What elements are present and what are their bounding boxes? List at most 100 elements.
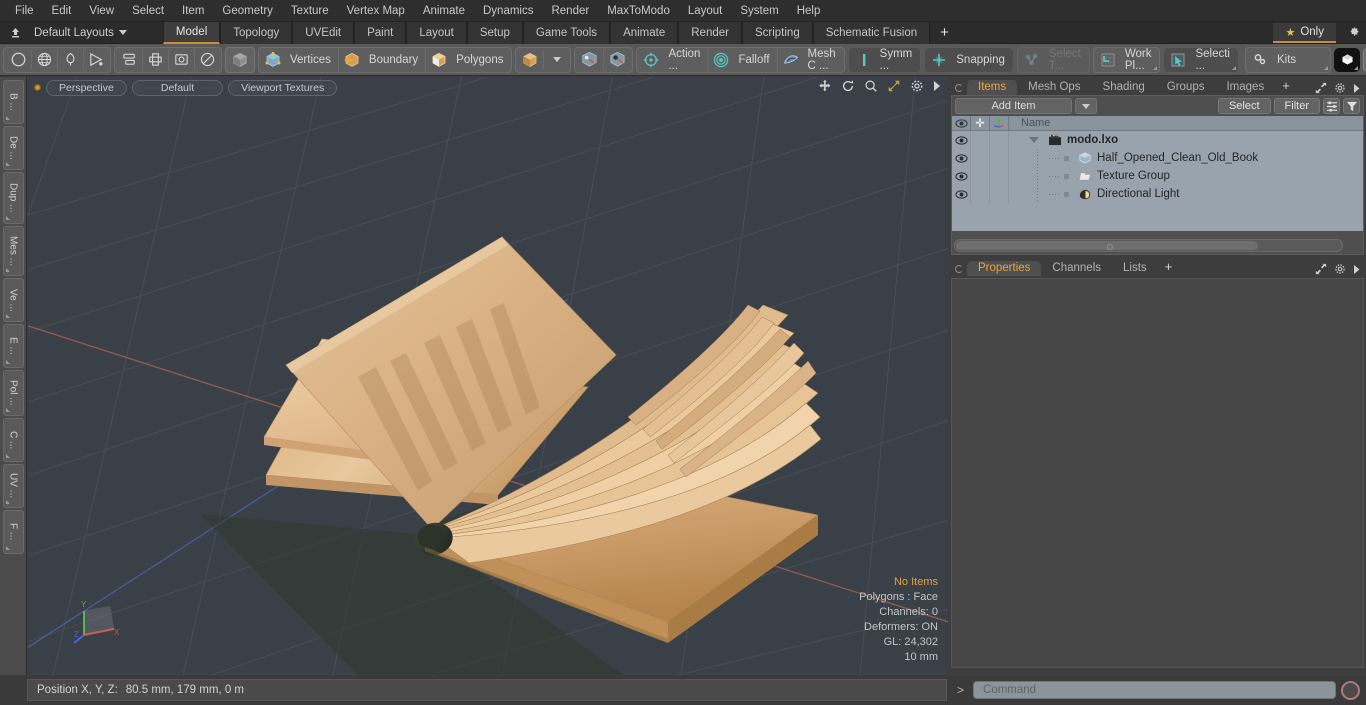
modifier-meshc[interactable]: Mesh C ...	[776, 47, 843, 72]
selection-mode-boundary[interactable]: Boundary	[337, 47, 425, 72]
transform-cell[interactable]	[990, 149, 1009, 167]
item-list-row[interactable]: modo.lxo	[952, 131, 1363, 149]
3d-viewport[interactable]: Perspective Default Viewport Textures No…	[28, 77, 948, 675]
viewport-menu-dot-icon[interactable]	[34, 84, 41, 91]
select-button[interactable]: Select	[1217, 98, 1271, 114]
panel-tab-images[interactable]: Images	[1215, 80, 1275, 95]
tree-expand-icon[interactable]	[1029, 137, 1039, 143]
item-name-cell[interactable]: Texture Group	[1009, 170, 1170, 182]
square-in-box-icon[interactable]	[168, 47, 194, 72]
left-tool-tab-0[interactable]: B ...	[2, 80, 24, 124]
menu-item-view[interactable]: View	[80, 0, 123, 22]
visibility-eye-icon[interactable]	[952, 185, 971, 203]
layout-selector[interactable]: Default Layouts	[34, 27, 127, 39]
layout-tab-schematic-fusion[interactable]: Schematic Fusion	[812, 21, 931, 44]
expand-icon[interactable]	[1315, 82, 1327, 94]
transform-cell[interactable]	[990, 167, 1009, 185]
left-tool-tab-1[interactable]: De ...	[2, 126, 24, 170]
left-tool-tab-9[interactable]: F ...	[2, 510, 24, 554]
viewport-display-mode[interactable]: Viewport Textures	[228, 79, 338, 96]
layout-tab-model[interactable]: Model	[162, 21, 221, 44]
panel-tab-lists[interactable]: Lists	[1112, 261, 1158, 276]
chevron-right-icon[interactable]	[1353, 83, 1361, 94]
panel-tab-groups[interactable]: Groups	[1156, 80, 1216, 95]
item-name-cell[interactable]: Half_Opened_Clean_Old_Book	[1009, 151, 1258, 165]
symmetry-label[interactable]: Symm ...	[876, 48, 920, 72]
only-toggle-button[interactable]: ★ Only	[1273, 23, 1336, 43]
gear-icon[interactable]	[1334, 263, 1346, 275]
filter-button[interactable]: Filter	[1273, 98, 1320, 114]
menu-item-render[interactable]: Render	[542, 0, 598, 22]
visibility-eye-icon[interactable]	[952, 149, 971, 167]
items-horizontal-scrollbar[interactable]	[954, 239, 1343, 252]
lock-cell[interactable]	[971, 167, 990, 185]
gear-icon[interactable]	[1347, 25, 1360, 38]
list-options-icon[interactable]	[1323, 98, 1340, 114]
item-name-cell[interactable]: modo.lxo	[1009, 134, 1118, 146]
lock-cell[interactable]	[971, 149, 990, 167]
modifier-falloff[interactable]: Falloff	[707, 47, 776, 72]
item-list-row[interactable]: Directional Light	[952, 185, 1363, 203]
work-plane-group[interactable]: Work Pl...	[1092, 46, 1161, 73]
left-tool-tab-4[interactable]: Ve ...	[2, 278, 24, 322]
visibility-eye-icon[interactable]	[952, 131, 971, 149]
layout-tab-render[interactable]: Render	[678, 21, 742, 44]
menu-item-file[interactable]: File	[6, 0, 43, 22]
command-record-icon[interactable]	[1341, 680, 1360, 700]
menu-item-vertex-map[interactable]: Vertex Map	[338, 0, 414, 22]
gear-icon[interactable]	[1334, 82, 1346, 94]
selection-set-label[interactable]: Selecti ...	[1191, 48, 1237, 72]
panel-tab-mesh-ops[interactable]: Mesh Ops	[1017, 80, 1091, 95]
layout-tab-paint[interactable]: Paint	[354, 21, 407, 44]
add-item-dropdown[interactable]	[1074, 98, 1097, 114]
selection-mode-polygons[interactable]: Polygons	[425, 47, 510, 72]
modo-icon[interactable]	[1334, 47, 1360, 72]
layout-tab-layout[interactable]: Layout	[406, 21, 467, 44]
snap-center-icon[interactable]	[603, 47, 631, 72]
move-icon[interactable]	[818, 79, 832, 93]
selection-mode-vertices[interactable]: Vertices	[260, 48, 338, 72]
left-tool-tab-6[interactable]: Pol ...	[2, 370, 24, 416]
modifier-action[interactable]: Action ...	[638, 48, 707, 72]
menu-item-system[interactable]: System	[731, 0, 787, 22]
select-through-label[interactable]: Select T...	[1045, 48, 1088, 72]
center-icon[interactable]	[142, 47, 168, 72]
align-icon[interactable]	[116, 48, 142, 72]
select-through-icon[interactable]	[1019, 48, 1045, 72]
left-tool-tab-2[interactable]: Dup ...	[2, 172, 24, 224]
chevron-down-icon[interactable]	[543, 47, 569, 72]
snap-vertex-icon[interactable]	[576, 48, 603, 72]
lock-cell[interactable]	[971, 131, 990, 149]
viewport-shading-preset[interactable]: Default	[131, 79, 224, 96]
work-plane-label[interactable]: Work Pl...	[1121, 48, 1159, 72]
cube-icon[interactable]	[517, 48, 543, 72]
home-icon[interactable]	[4, 24, 26, 42]
gears-icon[interactable]	[1247, 48, 1273, 72]
menu-item-animate[interactable]: Animate	[414, 0, 474, 22]
lock-cell[interactable]	[971, 185, 990, 203]
expand-icon[interactable]	[1315, 263, 1327, 275]
menu-item-help[interactable]: Help	[788, 0, 830, 22]
panel-tab-items[interactable]: Items	[967, 80, 1018, 95]
transform-cell[interactable]	[990, 185, 1009, 203]
panel-tab-channels[interactable]: Channels	[1041, 261, 1112, 276]
command-input[interactable]: Command	[973, 681, 1336, 699]
panel-tab-shading[interactable]: Shading	[1092, 80, 1156, 95]
panel-tab-properties[interactable]: Properties	[967, 261, 1042, 276]
layout-tab-setup[interactable]: Setup	[466, 21, 523, 44]
panel-menu-dot-icon[interactable]	[955, 84, 963, 92]
snapping-label[interactable]: Snapping	[952, 48, 1012, 72]
layout-tab-scripting[interactable]: Scripting	[741, 21, 813, 44]
chevron-right-icon[interactable]	[1353, 264, 1361, 275]
item-name-cell[interactable]: Directional Light	[1009, 188, 1179, 201]
pen-icon[interactable]	[57, 47, 83, 72]
left-tool-tab-8[interactable]: UV ...	[2, 464, 24, 508]
rotate-icon[interactable]	[841, 79, 855, 93]
transform-cell[interactable]	[990, 131, 1009, 149]
left-tool-tab-3[interactable]: Mes ...	[2, 226, 24, 276]
left-tool-tab-7[interactable]: C ...	[2, 418, 24, 462]
menu-item-item[interactable]: Item	[173, 0, 213, 22]
globe-icon[interactable]	[31, 47, 57, 72]
menu-item-maxtomodo[interactable]: MaxToModo	[598, 0, 679, 22]
zoom-icon[interactable]	[864, 79, 878, 93]
